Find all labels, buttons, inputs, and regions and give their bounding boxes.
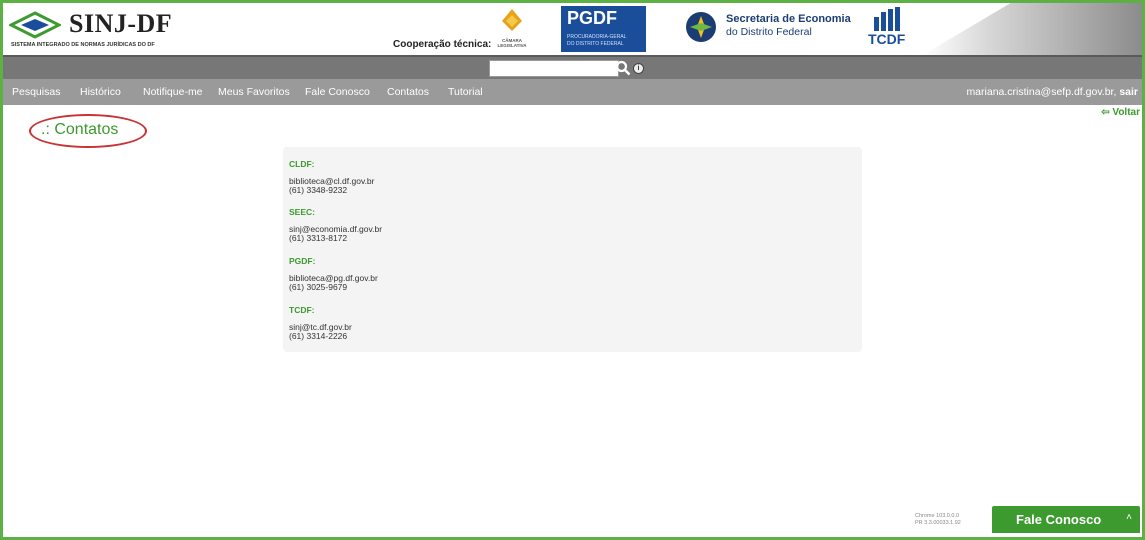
header-banner-image: [923, 3, 1142, 55]
back-arrow-icon: ⇦: [1101, 107, 1110, 118]
chevron-up-icon: ˄: [1126, 512, 1132, 523]
contact-phone: (61) 3025-9679: [289, 282, 348, 292]
user-email: mariana.cristina@sefp.df.gov.br,: [966, 86, 1117, 98]
contact-cldf: CLDF: biblioteca@cl.df.gov.br (61) 3348-…: [289, 159, 375, 195]
search-input[interactable]: [489, 60, 619, 77]
contact-phone: (61) 3313-8172: [289, 233, 348, 243]
contact-org: TCDF:: [289, 305, 315, 315]
header: SINJ-DF SISTEMA INTEGRADO DE NORMAS JURÍ…: [3, 3, 1142, 55]
contact-org: SEEC:: [289, 207, 315, 217]
nav-item-tutorial[interactable]: Tutorial: [448, 86, 483, 98]
contact-org: CLDF:: [289, 159, 315, 169]
main-nav: Pesquisas Histórico Notifique-me Meus Fa…: [3, 79, 1142, 105]
logo-name: SINJ-DF: [69, 9, 173, 38]
tcdf-label: TCDF: [868, 31, 906, 47]
logo-subtitle: SISTEMA INTEGRADO DE NORMAS JURÍDICAS DO…: [11, 42, 155, 48]
nav-item-pesquisas[interactable]: Pesquisas: [12, 86, 60, 98]
fale-conosco-button[interactable]: Fale Conosco ˄: [992, 506, 1140, 533]
seec-logo: Secretaria de Economia do Distrito Feder…: [683, 11, 853, 47]
pgdf-sub1: PROCURADORIA-GERAL: [567, 34, 627, 40]
pgdf-logo: PGDF PROCURADORIA-GERAL DO DISTRITO FEDE…: [561, 6, 646, 52]
seec-line2: do Distrito Federal: [726, 26, 812, 38]
page-title: .: Contatos: [41, 121, 119, 138]
contact-phone: (61) 3314-2226: [289, 331, 348, 341]
pgdf-title: PGDF: [567, 8, 618, 28]
nav-item-notifique-me[interactable]: Notifique-me: [143, 86, 203, 98]
nav-item-meus-favoritos[interactable]: Meus Favoritos: [218, 86, 290, 98]
back-label: Voltar: [1112, 107, 1140, 118]
fale-conosco-label: Fale Conosco: [1016, 512, 1102, 527]
contact-tcdf: TCDF: sinj@tc.df.gov.br (61) 3314-2226: [289, 305, 352, 341]
contact-org: PGDF:: [289, 256, 316, 266]
app-version: PR 3.3.00033.1.92: [915, 520, 961, 526]
contact-seec: SEEC: sinj@economia.df.gov.br (61) 3313-…: [289, 207, 382, 243]
camara-label: CÂMARA LEGISLATIVA: [497, 38, 527, 48]
search-bar: i: [3, 55, 1142, 81]
back-link[interactable]: ⇦ Voltar: [1101, 107, 1140, 118]
nav-item-fale-conosco[interactable]: Fale Conosco: [305, 86, 370, 98]
info-icon[interactable]: i: [633, 63, 644, 74]
browser-version: Chrome 103.0.0.0: [915, 513, 960, 519]
page-title-highlight: .: Contatos: [29, 114, 147, 148]
cooperation-label: Cooperação técnica:: [393, 39, 492, 50]
page-frame: SINJ-DF SISTEMA INTEGRADO DE NORMAS JURÍ…: [0, 0, 1145, 540]
seec-line1: Secretaria de Economia: [726, 13, 851, 25]
seec-icon: [686, 12, 716, 42]
contacts-panel: CLDF: biblioteca@cl.df.gov.br (61) 3348-…: [283, 147, 862, 352]
sinj-logo[interactable]: SINJ-DF SISTEMA INTEGRADO DE NORMAS JURÍ…: [9, 9, 219, 53]
tcdf-logo: TCDF: [868, 7, 908, 51]
nav-item-historico[interactable]: Histórico: [80, 86, 121, 98]
tcdf-icon: [874, 7, 900, 31]
logout-link[interactable]: sair: [1119, 86, 1138, 98]
search-icon[interactable]: [615, 60, 631, 76]
version-info: Chrome 103.0.0.0 PR 3.3.00033.1.92: [915, 513, 961, 527]
pgdf-sub2: DO DISTRITO FEDERAL: [567, 41, 624, 47]
sinj-logo-icon: [9, 11, 61, 39]
user-info: mariana.cristina@sefp.df.gov.br, sair: [966, 86, 1138, 98]
contact-phone: (61) 3348-9232: [289, 185, 348, 195]
nav-item-contatos[interactable]: Contatos: [387, 86, 429, 98]
contact-pgdf: PGDF: biblioteca@pg.df.gov.br (61) 3025-…: [289, 256, 378, 292]
camara-logo: CÂMARA LEGISLATIVA: [495, 9, 529, 49]
camara-icon: [502, 9, 522, 31]
